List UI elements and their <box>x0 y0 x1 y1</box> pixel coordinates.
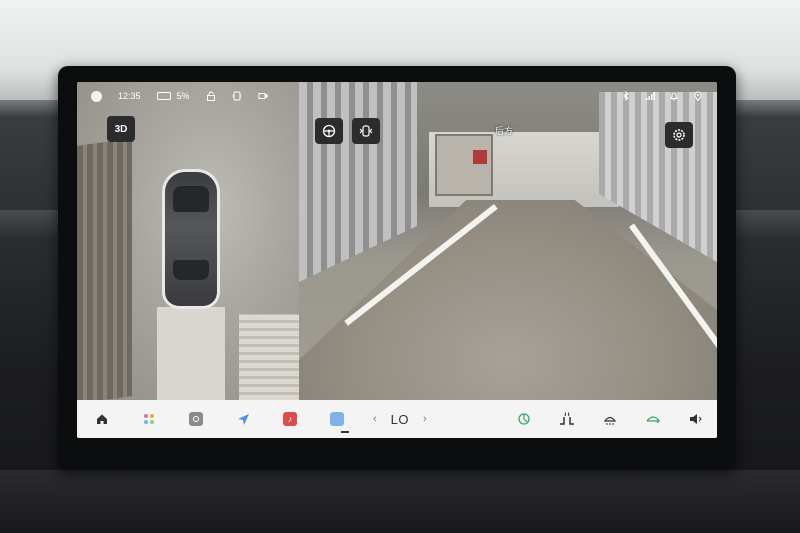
temp-increase-button[interactable]: › <box>423 413 427 425</box>
apps-icon <box>144 414 154 424</box>
active-app-indicator <box>341 431 349 433</box>
defrost-icon[interactable] <box>603 412 617 426</box>
garage-wall-bottom <box>239 314 299 400</box>
bluetooth-icon <box>623 91 629 101</box>
temperature-display[interactable]: LO <box>391 412 409 427</box>
dashcam-icon[interactable] <box>258 91 268 101</box>
seat-heat-icon[interactable] <box>559 412 575 426</box>
steering-guide-button[interactable] <box>315 118 343 144</box>
home-icon <box>97 414 107 424</box>
signal-icon <box>646 92 655 100</box>
parking-lane <box>157 307 225 400</box>
navigation-app-button[interactable] <box>232 408 254 430</box>
bottom-dock: ♪ ‹ LO › <box>77 400 717 438</box>
view-switch-icon <box>359 125 373 137</box>
camera-direction-label: 后方 <box>495 126 514 136</box>
recirculation-icon[interactable] <box>645 413 661 425</box>
sentry-icon[interactable] <box>232 91 242 101</box>
view-switch-button[interactable] <box>352 118 380 144</box>
garage-door <box>435 134 493 196</box>
steering-wheel-icon <box>322 124 336 138</box>
lock-icon[interactable] <box>206 91 216 101</box>
settings-app-button[interactable] <box>185 408 207 430</box>
settings-icon <box>673 129 685 141</box>
fan-icon[interactable] <box>517 412 531 426</box>
camera-icon <box>330 412 344 426</box>
rear-camera-view[interactable]: 后方 <box>299 82 717 400</box>
center-display: 3D 后方 12:35 5% ♪ ‹ LO › <box>77 82 717 438</box>
avatar-icon[interactable] <box>91 90 102 102</box>
temp-decrease-button[interactable]: ‹ <box>373 413 377 425</box>
camera-app-button[interactable] <box>326 408 348 430</box>
settings-icon <box>189 412 203 426</box>
wall-sign <box>473 150 487 164</box>
navigation-icon <box>237 413 249 425</box>
music-app-button[interactable]: ♪ <box>279 408 301 430</box>
status-bar: 12:35 5% <box>77 82 717 110</box>
garage-wall-left <box>77 138 132 400</box>
bell-icon[interactable] <box>669 91 679 101</box>
3d-view-button[interactable]: 3D <box>107 116 135 142</box>
battery-percent: 5% <box>176 91 190 101</box>
battery-icon <box>156 92 171 100</box>
music-icon: ♪ <box>283 412 297 426</box>
camera-settings-button[interactable] <box>665 122 693 148</box>
clock: 12:35 <box>118 91 141 101</box>
apps-button[interactable] <box>138 408 160 430</box>
volume-icon[interactable] <box>689 413 703 425</box>
surround-top-view[interactable]: 3D <box>77 82 299 400</box>
vehicle-top-model <box>165 172 217 306</box>
home-button[interactable] <box>91 408 113 430</box>
garage-wall-left <box>299 82 417 282</box>
dashboard-lower <box>0 470 800 533</box>
location-icon <box>694 91 702 101</box>
